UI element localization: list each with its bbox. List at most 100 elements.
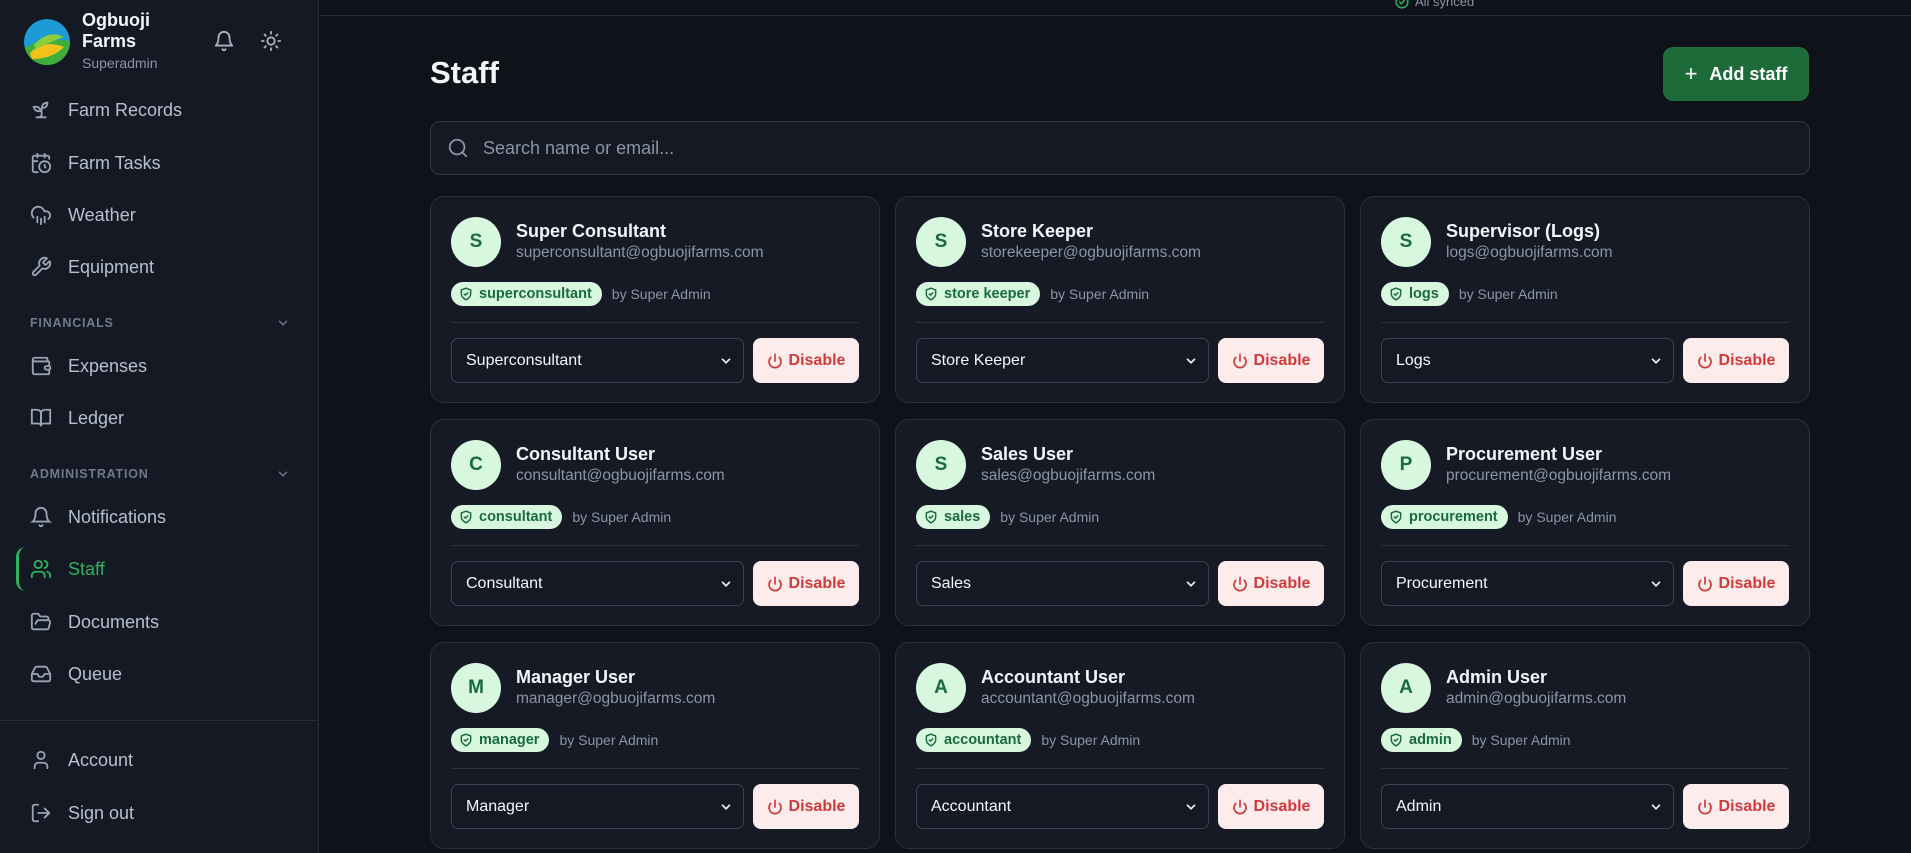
chevron-down-icon (1184, 577, 1198, 591)
staff-card: S Supervisor (Logs) logs@ogbuojifarms.co… (1360, 196, 1810, 403)
wallet-icon (30, 355, 52, 377)
role-badge-label: sales (944, 509, 981, 525)
staff-card: C Consultant User consultant@ogbuojifarm… (430, 419, 880, 626)
avatar: P (1381, 440, 1431, 490)
role-select[interactable]: Accountant (916, 784, 1209, 829)
role-select[interactable]: Superconsultant (451, 338, 744, 383)
sidebar-item-weather[interactable]: Weather (16, 193, 302, 237)
power-icon (1697, 576, 1713, 592)
chevron-down-icon (276, 316, 290, 330)
add-staff-label: Add staff (1709, 63, 1788, 84)
sidebar-item-label: Documents (68, 611, 160, 632)
role-select[interactable]: Logs (1381, 338, 1674, 383)
role-select[interactable]: Procurement (1381, 561, 1674, 606)
bell-icon[interactable] (211, 28, 237, 54)
role-select[interactable]: Admin (1381, 784, 1674, 829)
role-select[interactable]: Store Keeper (916, 338, 1209, 383)
avatar: S (451, 217, 501, 267)
sidebar-item-sign-out[interactable]: Sign out (16, 791, 302, 835)
shield-check-icon (924, 510, 938, 524)
disable-label: Disable (788, 797, 846, 815)
plus-icon: + (1684, 61, 1698, 86)
disable-button[interactable]: Disable (1683, 338, 1789, 383)
created-by: by Super Admin (611, 286, 711, 302)
staff-card: S Super Consultant superconsultant@ogbuo… (430, 196, 880, 403)
sidebar-item-equipment[interactable]: Equipment (16, 245, 302, 289)
role-select[interactable]: Consultant (451, 561, 744, 606)
role-select-value: Superconsultant (466, 351, 582, 369)
chevron-down-icon (1649, 800, 1663, 814)
disable-button[interactable]: Disable (1218, 784, 1324, 829)
sidebar-item-label: Account (68, 749, 134, 770)
avatar: A (1381, 663, 1431, 713)
role-badge: logs (1381, 282, 1449, 306)
sidebar-item-account[interactable]: Account (16, 738, 302, 782)
sidebar-item-ledger[interactable]: Ledger (16, 396, 302, 440)
staff-name: Consultant User (516, 444, 656, 464)
chevron-down-icon (276, 467, 290, 481)
disable-button[interactable]: Disable (1218, 338, 1324, 383)
shield-check-icon (459, 287, 473, 301)
card-divider (916, 768, 1324, 769)
farm-logo-icon (24, 19, 70, 65)
power-icon (767, 576, 783, 592)
staff-email: accountant@ogbuojifarms.com (981, 690, 1195, 707)
disable-button[interactable]: Disable (753, 338, 859, 383)
role-badge: store keeper (916, 282, 1041, 306)
role-select[interactable]: Sales (916, 561, 1209, 606)
role-select[interactable]: Manager (451, 784, 744, 829)
role-select-value: Store Keeper (931, 351, 1026, 369)
calendar-clock-icon (30, 152, 52, 174)
sun-icon[interactable] (258, 28, 284, 54)
shield-check-icon (459, 733, 473, 747)
sidebar-item-farm-records[interactable]: Farm Records (16, 88, 302, 132)
created-by: by Super Admin (1458, 286, 1558, 302)
sidebar-item-expenses[interactable]: Expenses (16, 344, 302, 388)
disable-label: Disable (1718, 351, 1776, 369)
add-staff-button[interactable]: + Add staff (1663, 47, 1809, 101)
avatar: M (451, 663, 501, 713)
avatar: C (451, 440, 501, 490)
card-divider (451, 545, 859, 546)
search-input[interactable] (483, 137, 1809, 159)
role-select-value: Admin (1396, 797, 1442, 815)
power-icon (1697, 799, 1713, 815)
staff-email: manager@ogbuojifarms.com (516, 690, 716, 707)
role-badge-label: consultant (479, 509, 553, 525)
brand[interactable]: Ogbuoji Farms Superadmin (24, 10, 172, 71)
chevron-down-icon (719, 354, 733, 368)
disable-button[interactable]: Disable (1683, 784, 1789, 829)
badge-row: sales by Super Admin (916, 505, 1099, 529)
created-by: by Super Admin (1000, 509, 1100, 525)
badge-row: manager by Super Admin (451, 728, 658, 752)
shield-check-icon (1389, 287, 1403, 301)
staff-email: procurement@ogbuojifarms.com (1446, 467, 1672, 484)
power-icon (1232, 353, 1248, 369)
disable-label: Disable (1253, 351, 1311, 369)
disable-button[interactable]: Disable (753, 561, 859, 606)
section-financials[interactable]: FINANCIALS (30, 314, 290, 332)
sidebar-item-queue[interactable]: Queue (16, 652, 302, 696)
sidebar-item-farm-tasks[interactable]: Farm Tasks (16, 141, 302, 185)
role-select-value: Accountant (931, 797, 1012, 815)
shield-check-icon (1389, 510, 1403, 524)
staff-name: Accountant User (981, 667, 1126, 687)
disable-button[interactable]: Disable (1683, 561, 1789, 606)
avatar: S (916, 440, 966, 490)
sidebar-item-staff[interactable]: Staff (16, 547, 302, 591)
role-badge-label: manager (479, 732, 540, 748)
section-administration[interactable]: ADMINISTRATION (30, 465, 290, 483)
role-badge-label: procurement (1409, 509, 1498, 525)
sidebar-item-documents[interactable]: Documents (16, 600, 302, 644)
badge-row: admin by Super Admin (1381, 728, 1571, 752)
card-divider (916, 545, 1324, 546)
disable-label: Disable (1718, 574, 1776, 592)
disable-button[interactable]: Disable (1218, 561, 1324, 606)
created-by: by Super Admin (559, 732, 659, 748)
role-badge-label: store keeper (944, 286, 1031, 302)
created-by: by Super Admin (1517, 509, 1617, 525)
card-divider (1381, 322, 1789, 323)
brand-name: Ogbuoji Farms (82, 10, 150, 51)
sidebar-item-notifications[interactable]: Notifications (16, 495, 302, 539)
disable-button[interactable]: Disable (753, 784, 859, 829)
